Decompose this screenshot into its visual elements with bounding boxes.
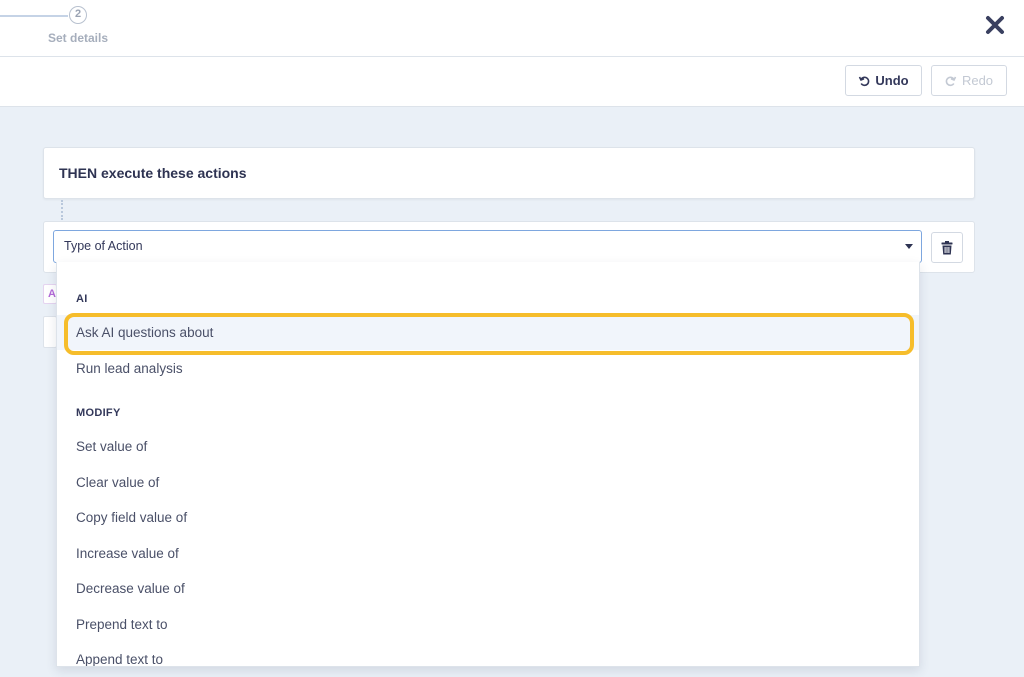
step-label[interactable]: Set details <box>48 31 108 45</box>
option-decrease-value-of[interactable]: Decrease value of <box>57 571 919 606</box>
close-button[interactable] <box>984 14 1006 36</box>
group-header-modify: MODIFY <box>76 407 121 419</box>
then-actions-card: THEN execute these actions <box>43 147 975 199</box>
trash-icon <box>941 240 953 254</box>
option-clear-value-of[interactable]: Clear value of <box>57 465 919 500</box>
action-type-dropdown[interactable]: AI Ask AI questions about Run lead analy… <box>56 262 920 667</box>
action-type-select[interactable]: Type of Action <box>53 230 922 263</box>
hidden-tag: A <box>43 284 57 304</box>
option-ask-ai-questions-about[interactable]: Ask AI questions about <box>57 315 919 350</box>
action-type-placeholder: Type of Action <box>64 239 143 253</box>
option-append-text-to[interactable]: Append text to <box>57 642 919 666</box>
option-run-lead-analysis[interactable]: Run lead analysis <box>57 351 919 386</box>
stepper-line <box>0 15 68 17</box>
flow-connector <box>61 200 63 220</box>
redo-label: Redo <box>961 73 994 88</box>
redo-button[interactable]: Redo <box>931 65 1007 96</box>
caret-down-icon <box>905 244 913 249</box>
delete-action-button[interactable] <box>931 232 963 263</box>
undo-label: Undo <box>875 73 909 88</box>
step-number-badge[interactable]: 2 <box>69 6 87 24</box>
top-bar: 2 Set details <box>0 0 1024 57</box>
group-header-ai: AI <box>76 293 88 305</box>
close-icon <box>986 16 1004 34</box>
undo-button[interactable]: Undo <box>845 65 922 96</box>
option-increase-value-of[interactable]: Increase value of <box>57 536 919 571</box>
option-prepend-text-to[interactable]: Prepend text to <box>57 607 919 642</box>
option-set-value-of[interactable]: Set value of <box>57 429 919 464</box>
toolbar: Undo Redo <box>0 57 1024 107</box>
option-copy-field-value-of[interactable]: Copy field value of <box>57 500 919 535</box>
redo-icon <box>945 76 957 86</box>
then-actions-title: THEN execute these actions <box>59 165 247 181</box>
undo-icon <box>859 76 870 86</box>
hidden-card <box>43 316 57 348</box>
